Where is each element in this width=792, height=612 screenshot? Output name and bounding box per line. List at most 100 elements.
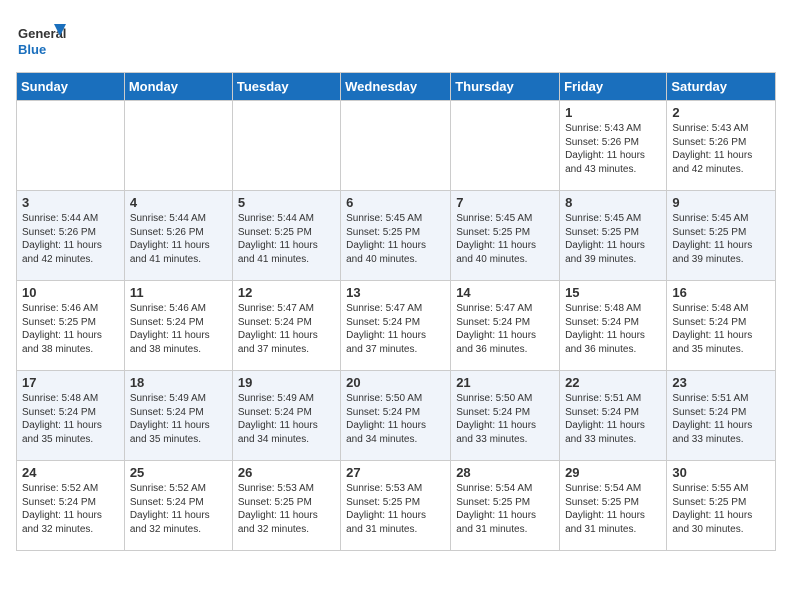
day-number: 12 [238, 285, 335, 300]
calendar-cell: 14Sunrise: 5:47 AMSunset: 5:24 PMDayligh… [451, 281, 560, 371]
calendar-table: SundayMondayTuesdayWednesdayThursdayFrid… [16, 72, 776, 551]
calendar-cell: 25 Sunrise: 5:52 AMSunset: 5:24 PMDayligh… [124, 461, 232, 551]
day-info: Sunrise: 5:53 AMSunset: 5:25 PMDaylight:… [238, 482, 335, 536]
day-info: Sunrise: 5:44 AMSunset: 5:26 PMDaylight:… [130, 212, 227, 266]
day-number: 24 [22, 465, 119, 480]
calendar-cell: 10 Sunrise: 5:46 AMSunset: 5:25 PMDayligh… [17, 281, 125, 371]
calendar-cell: 2 Sunrise: 5:43 AMSunset: 5:26 PMDaylight… [667, 101, 776, 191]
calendar-cell: 5 Sunrise: 5:44 AMSunset: 5:25 PMDaylight… [232, 191, 340, 281]
day-info: Sunrise: 5:45 AMSunset: 5:25 PMDaylight:… [672, 212, 770, 266]
day-info: Sunrise: 5:47 AMSunset: 5:24 PMDaylight:… [238, 302, 335, 356]
day-info: Sunrise: 5:46 AMSunset: 5:25 PMDaylight:… [22, 302, 119, 356]
calendar-cell: 3 Sunrise: 5:44 AMSunset: 5:26 PMDaylight… [17, 191, 125, 281]
day-info: Sunrise: 5:47 AMSunset: 5:24 PMDaylight:… [456, 302, 554, 356]
calendar-cell: 21 Sunrise: 5:50 AMSunset: 5:24 PMDayligh… [451, 371, 560, 461]
weekday-header: Wednesday [341, 73, 451, 101]
day-info: Sunrise: 5:48 AMSunset: 5:24 PMDaylight:… [22, 392, 119, 446]
calendar-week-row: 17 Sunrise: 5:48 AMSunset: 5:24 PMDayligh… [17, 371, 776, 461]
calendar-cell: 6 Sunrise: 5:45 AMSunset: 5:25 PMDaylight… [341, 191, 451, 281]
day-number: 20 [346, 375, 445, 390]
day-info: Sunrise: 5:45 AMSunset: 5:25 PMDaylight:… [565, 212, 661, 266]
day-info: Sunrise: 5:52 AMSunset: 5:24 PMDaylight:… [22, 482, 119, 536]
weekday-header: Sunday [17, 73, 125, 101]
calendar-cell [17, 101, 125, 191]
calendar-cell: 4 Sunrise: 5:44 AMSunset: 5:26 PMDaylight… [124, 191, 232, 281]
day-number: 23 [672, 375, 770, 390]
day-number: 28 [456, 465, 554, 480]
day-number: 19 [238, 375, 335, 390]
calendar-cell: 30 Sunrise: 5:55 AMSunset: 5:25 PMDayligh… [667, 461, 776, 551]
day-info: Sunrise: 5:48 AMSunset: 5:24 PMDaylight:… [565, 302, 661, 356]
day-number: 26 [238, 465, 335, 480]
day-info: Sunrise: 5:49 AMSunset: 5:24 PMDaylight:… [238, 392, 335, 446]
calendar-cell: 26 Sunrise: 5:53 AMSunset: 5:25 PMDayligh… [232, 461, 340, 551]
day-number: 7 [456, 195, 554, 210]
day-info: Sunrise: 5:51 AMSunset: 5:24 PMDaylight:… [672, 392, 770, 446]
day-number: 13 [346, 285, 445, 300]
svg-text:Blue: Blue [18, 42, 46, 57]
weekday-header: Tuesday [232, 73, 340, 101]
day-number: 5 [238, 195, 335, 210]
day-number: 29 [565, 465, 661, 480]
day-info: Sunrise: 5:50 AMSunset: 5:24 PMDaylight:… [346, 392, 445, 446]
day-info: Sunrise: 5:50 AMSunset: 5:24 PMDaylight:… [456, 392, 554, 446]
day-info: Sunrise: 5:45 AMSunset: 5:25 PMDaylight:… [346, 212, 445, 266]
day-info: Sunrise: 5:55 AMSunset: 5:25 PMDaylight:… [672, 482, 770, 536]
calendar-cell: 18 Sunrise: 5:49 AMSunset: 5:24 PMDayligh… [124, 371, 232, 461]
calendar-cell [451, 101, 560, 191]
day-number: 21 [456, 375, 554, 390]
day-info: Sunrise: 5:44 AMSunset: 5:26 PMDaylight:… [22, 212, 119, 266]
calendar-cell: 11 Sunrise: 5:46 AMSunset: 5:24 PMDayligh… [124, 281, 232, 371]
day-number: 8 [565, 195, 661, 210]
day-number: 4 [130, 195, 227, 210]
day-info: Sunrise: 5:44 AMSunset: 5:25 PMDaylight:… [238, 212, 335, 266]
day-number: 25 [130, 465, 227, 480]
logo: General Blue [16, 16, 66, 66]
calendar-cell: 19 Sunrise: 5:49 AMSunset: 5:24 PMDayligh… [232, 371, 340, 461]
calendar-cell: 17 Sunrise: 5:48 AMSunset: 5:24 PMDayligh… [17, 371, 125, 461]
day-info: Sunrise: 5:45 AMSunset: 5:25 PMDaylight:… [456, 212, 554, 266]
calendar-cell [341, 101, 451, 191]
day-info: Sunrise: 5:43 AMSunset: 5:26 PMDaylight:… [672, 122, 770, 176]
page-header: General Blue [16, 16, 776, 66]
calendar-week-row: 24 Sunrise: 5:52 AMSunset: 5:24 PMDayligh… [17, 461, 776, 551]
calendar-cell: 7 Sunrise: 5:45 AMSunset: 5:25 PMDaylight… [451, 191, 560, 281]
day-number: 27 [346, 465, 445, 480]
day-info: Sunrise: 5:49 AMSunset: 5:24 PMDaylight:… [130, 392, 227, 446]
day-number: 11 [130, 285, 227, 300]
calendar-cell: 24 Sunrise: 5:52 AMSunset: 5:24 PMDayligh… [17, 461, 125, 551]
day-number: 10 [22, 285, 119, 300]
day-info: Sunrise: 5:53 AMSunset: 5:25 PMDaylight:… [346, 482, 445, 536]
calendar-cell: 22 Sunrise: 5:51 AMSunset: 5:24 PMDayligh… [560, 371, 667, 461]
calendar-cell: 15Sunrise: 5:48 AMSunset: 5:24 PMDayligh… [560, 281, 667, 371]
weekday-header: Thursday [451, 73, 560, 101]
day-number: 17 [22, 375, 119, 390]
calendar-cell: 1Sunrise: 5:43 AMSunset: 5:26 PMDaylight… [560, 101, 667, 191]
day-number: 3 [22, 195, 119, 210]
calendar-cell: 28 Sunrise: 5:54 AMSunset: 5:25 PMDayligh… [451, 461, 560, 551]
day-info: Sunrise: 5:51 AMSunset: 5:24 PMDaylight:… [565, 392, 661, 446]
weekday-header: Saturday [667, 73, 776, 101]
calendar-week-row: 3 Sunrise: 5:44 AMSunset: 5:26 PMDaylight… [17, 191, 776, 281]
day-info: Sunrise: 5:54 AMSunset: 5:25 PMDaylight:… [456, 482, 554, 536]
day-number: 18 [130, 375, 227, 390]
calendar-cell: 13Sunrise: 5:47 AMSunset: 5:24 PMDayligh… [341, 281, 451, 371]
day-number: 2 [672, 105, 770, 120]
day-info: Sunrise: 5:54 AMSunset: 5:25 PMDaylight:… [565, 482, 661, 536]
day-info: Sunrise: 5:52 AMSunset: 5:24 PMDaylight:… [130, 482, 227, 536]
calendar-cell: 23 Sunrise: 5:51 AMSunset: 5:24 PMDayligh… [667, 371, 776, 461]
calendar-cell: 8 Sunrise: 5:45 AMSunset: 5:25 PMDaylight… [560, 191, 667, 281]
calendar-cell [124, 101, 232, 191]
day-number: 1 [565, 105, 661, 120]
day-number: 30 [672, 465, 770, 480]
weekday-header: Friday [560, 73, 667, 101]
calendar-cell: 9 Sunrise: 5:45 AMSunset: 5:25 PMDaylight… [667, 191, 776, 281]
calendar-header-row: SundayMondayTuesdayWednesdayThursdayFrid… [17, 73, 776, 101]
calendar-cell [232, 101, 340, 191]
calendar-cell: 12 Sunrise: 5:47 AMSunset: 5:24 PMDayligh… [232, 281, 340, 371]
day-info: Sunrise: 5:46 AMSunset: 5:24 PMDaylight:… [130, 302, 227, 356]
day-number: 22 [565, 375, 661, 390]
day-number: 6 [346, 195, 445, 210]
calendar-week-row: 10 Sunrise: 5:46 AMSunset: 5:25 PMDayligh… [17, 281, 776, 371]
day-number: 9 [672, 195, 770, 210]
